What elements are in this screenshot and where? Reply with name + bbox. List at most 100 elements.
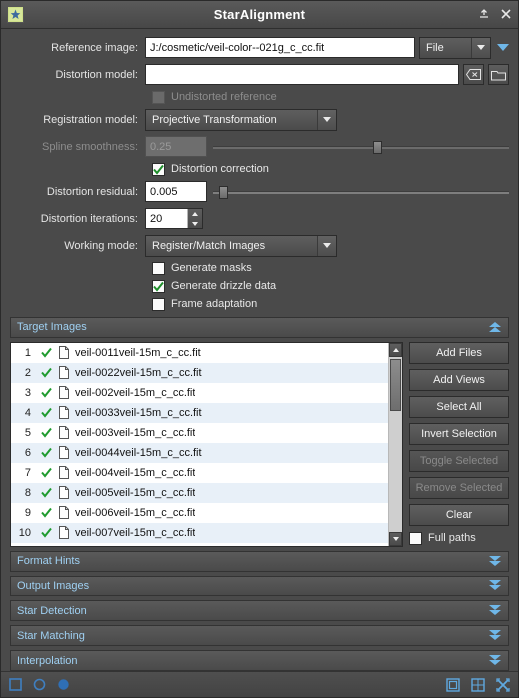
- row-check-icon[interactable]: [36, 347, 56, 358]
- table-row[interactable]: 4 veil-0033veil-15m_c_cc.fit: [11, 402, 388, 423]
- distortion-correction-row: Distortion correction: [10, 162, 509, 176]
- section-star-matching-title: Star Matching: [17, 629, 85, 642]
- generate-masks-label: Generate masks: [171, 262, 252, 275]
- close-icon[interactable]: [496, 677, 510, 692]
- section-target-images-title: Target Images: [17, 321, 87, 334]
- table-row[interactable]: 9 veil-006veil-15m_c_cc.fit: [11, 503, 388, 523]
- table-row[interactable]: 8 veil-005veil-15m_c_cc.fit: [11, 482, 388, 503]
- row-check-icon[interactable]: [36, 487, 56, 498]
- full-paths-row: Full paths: [409, 531, 509, 545]
- table-row[interactable]: 1 veil-0011veil-15m_c_cc.fit: [11, 343, 388, 363]
- registration-model-combo[interactable]: Projective Transformation: [145, 108, 337, 131]
- section-format-hints[interactable]: Format Hints: [10, 550, 509, 572]
- row-index: 2: [24, 366, 31, 379]
- section-output-images[interactable]: Output Images: [10, 575, 509, 597]
- remove-selected-button[interactable]: Remove Selected: [409, 476, 509, 499]
- distortion-model-input[interactable]: [145, 64, 459, 86]
- stepper-arrows[interactable]: [187, 209, 202, 229]
- section-target-images[interactable]: Target Images: [10, 316, 509, 338]
- collapse-window-button[interactable]: [477, 8, 490, 21]
- target-images-panel: 1 veil-0011veil-15m_c_cc.fit 2 veil-0022…: [10, 341, 509, 547]
- scrollbar-thumb[interactable]: [390, 358, 401, 411]
- file-icon: [56, 486, 72, 500]
- working-mode-label: Working mode:: [64, 239, 138, 252]
- row-check-icon[interactable]: [36, 387, 56, 398]
- distortion-residual-input[interactable]: 0.005: [145, 181, 207, 203]
- file-name: veil-002veil-15m_c_cc.fit: [75, 386, 196, 399]
- chevron-down-icon: [471, 37, 490, 58]
- table-row[interactable]: 10 veil-007veil-15m_c_cc.fit: [11, 522, 388, 543]
- section-interpolation[interactable]: Interpolation: [10, 650, 509, 672]
- reference-image-input[interactable]: J:/cosmetic/veil-color--021g_c_cc.fit: [145, 37, 415, 59]
- table-row[interactable]: 7 veil-004veil-15m_c_cc.fit: [11, 463, 388, 483]
- file-icon: [56, 466, 72, 480]
- file-name: veil-004veil-15m_c_cc.fit: [75, 466, 196, 479]
- add-files-button[interactable]: Add Files: [409, 341, 509, 364]
- reset-icon[interactable]: [471, 677, 485, 692]
- apply-icon[interactable]: [33, 678, 46, 691]
- browse-distortion-model-button[interactable]: [488, 64, 509, 86]
- file-name: veil-007veil-15m_c_cc.fit: [75, 526, 196, 539]
- select-all-button[interactable]: Select All: [409, 395, 509, 418]
- registration-model-value: Projective Transformation: [152, 113, 277, 126]
- generate-drizzle-data-row: Generate drizzle data: [10, 279, 509, 293]
- table-row[interactable]: 5 veil-003veil-15m_c_cc.fit: [11, 423, 388, 443]
- scroll-down-icon[interactable]: [389, 531, 402, 546]
- frame-adaptation-checkbox[interactable]: [152, 297, 165, 311]
- distortion-residual-row: Distortion residual: 0.005: [10, 181, 509, 203]
- distortion-residual-slider[interactable]: [213, 183, 509, 201]
- row-check-icon[interactable]: [36, 407, 56, 418]
- apply-global-icon[interactable]: [57, 678, 70, 691]
- distortion-correction-checkbox[interactable]: [152, 162, 165, 176]
- scrollbar-track[interactable]: [389, 356, 402, 532]
- file-name: veil-005veil-15m_c_cc.fit: [75, 486, 196, 499]
- file-name: veil-006veil-15m_c_cc.fit: [75, 506, 196, 519]
- spline-smoothness-input[interactable]: 0.25: [145, 136, 207, 158]
- working-mode-combo[interactable]: Register/Match Images: [145, 234, 337, 257]
- target-images-list[interactable]: 1 veil-0011veil-15m_c_cc.fit 2 veil-0022…: [10, 341, 403, 547]
- full-paths-checkbox[interactable]: [409, 531, 422, 545]
- section-star-matching[interactable]: Star Matching: [10, 625, 509, 647]
- add-views-button[interactable]: Add Views: [409, 368, 509, 391]
- file-icon: [56, 426, 72, 440]
- table-row[interactable]: 2 veil-0022veil-15m_c_cc.fit: [11, 362, 388, 383]
- list-vertical-scrollbar[interactable]: [388, 342, 402, 546]
- row-check-icon[interactable]: [36, 427, 56, 438]
- distortion-iterations-stepper[interactable]: 20: [145, 208, 203, 230]
- row-index: 4: [24, 406, 31, 419]
- file-name: veil-003veil-15m_c_cc.fit: [75, 426, 196, 439]
- reference-image-expand-icon[interactable]: [497, 44, 509, 52]
- row-check-icon[interactable]: [36, 467, 56, 478]
- title-bar: StarAlignment: [1, 1, 518, 29]
- new-instance-icon[interactable]: [9, 678, 22, 691]
- table-row[interactable]: 6 veil-0044veil-15m_c_cc.fit: [11, 442, 388, 463]
- chevron-down-icon: [317, 235, 336, 256]
- window-title: StarAlignment: [213, 6, 306, 22]
- chevron-down-icon: [489, 555, 502, 568]
- generate-drizzle-data-checkbox[interactable]: [152, 279, 165, 293]
- distortion-iterations-row: Distortion iterations: 20: [10, 208, 509, 230]
- undistorted-reference-checkbox[interactable]: [152, 90, 165, 104]
- row-check-icon[interactable]: [36, 527, 56, 538]
- scroll-up-icon[interactable]: [389, 342, 402, 357]
- clear-distortion-model-button[interactable]: [463, 64, 484, 86]
- file-name: veil-0011veil-15m_c_cc.fit: [75, 346, 201, 359]
- section-interpolation-title: Interpolation: [17, 654, 78, 667]
- table-row[interactable]: 3 veil-002veil-15m_c_cc.fit: [11, 383, 388, 403]
- clear-button[interactable]: Clear: [409, 503, 509, 526]
- close-window-button[interactable]: [499, 8, 512, 21]
- spline-smoothness-slider[interactable]: [213, 138, 509, 156]
- reference-image-mode-combo[interactable]: File: [419, 36, 491, 59]
- section-star-detection[interactable]: Star Detection: [10, 600, 509, 622]
- toggle-selected-button[interactable]: Toggle Selected: [409, 449, 509, 472]
- reference-image-row: Reference image: J:/cosmetic/veil-color-…: [10, 36, 509, 59]
- row-index: 5: [24, 426, 31, 439]
- row-check-icon[interactable]: [36, 507, 56, 518]
- row-check-icon[interactable]: [36, 367, 56, 378]
- row-check-icon[interactable]: [36, 447, 56, 458]
- stepper-up-icon[interactable]: [188, 209, 202, 219]
- invert-selection-button[interactable]: Invert Selection: [409, 422, 509, 445]
- generate-masks-checkbox[interactable]: [152, 261, 165, 275]
- stepper-down-icon[interactable]: [188, 219, 202, 229]
- browse-documentation-icon[interactable]: [446, 677, 460, 692]
